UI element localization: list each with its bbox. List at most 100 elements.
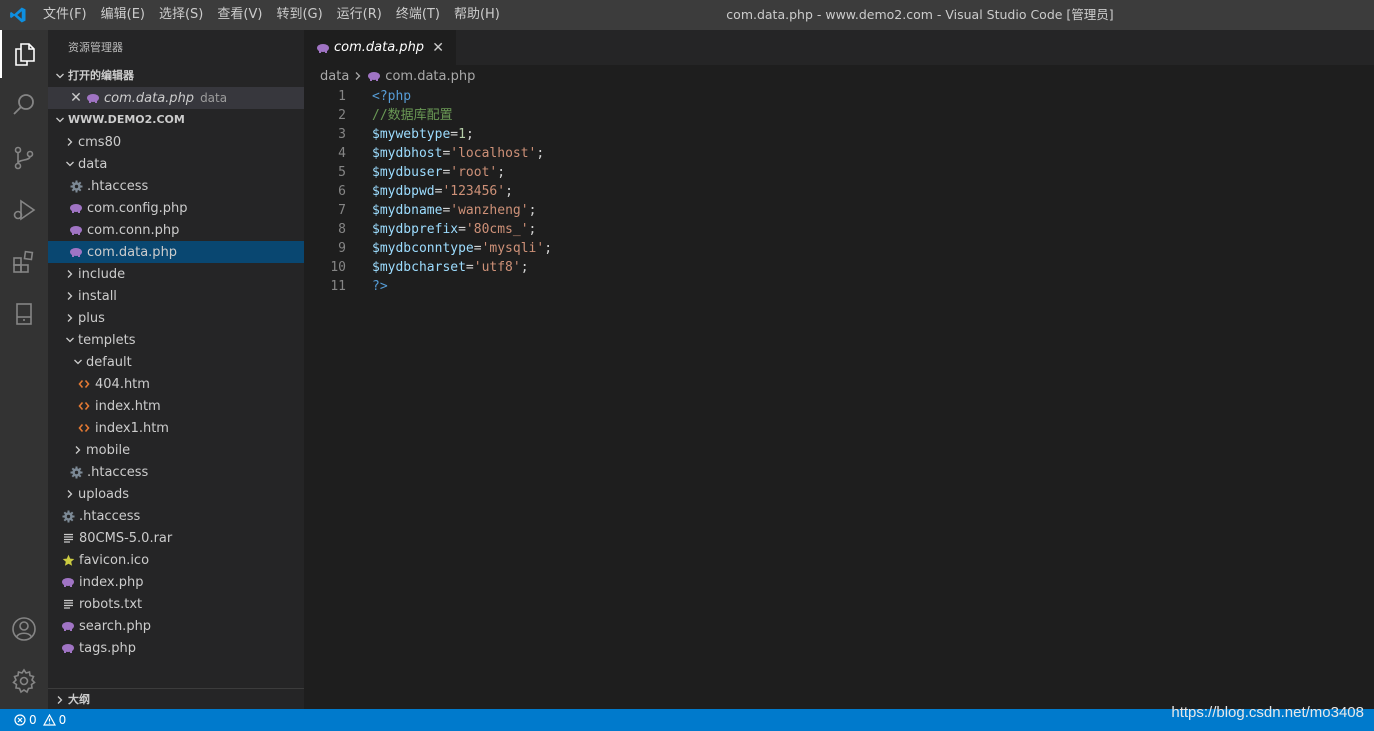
folder-item[interactable]: install — [48, 285, 304, 307]
code-token: 1 — [458, 127, 466, 142]
file-item[interactable]: com.conn.php — [48, 219, 304, 241]
text-file-icon — [60, 596, 76, 612]
line-number: 11 — [330, 279, 346, 294]
code-token: ; — [505, 184, 513, 199]
folder-item[interactable]: mobile — [48, 439, 304, 461]
breadcrumb-file[interactable]: com.data.php — [385, 69, 475, 84]
folder-item[interactable]: templets — [48, 329, 304, 351]
code-token: ; — [465, 127, 474, 142]
tree-item-label: 404.htm — [95, 376, 150, 392]
menu-item[interactable]: 帮助(H) — [447, 0, 507, 30]
menu-item[interactable]: 终端(T) — [389, 0, 447, 30]
chevron-right-icon — [62, 313, 78, 323]
menu-bar: 文件(F) 编辑(E) 选择(S) 查看(V) 转到(G) 运行(R) 终端(T) 帮助(H) — [36, 0, 507, 30]
close-icon[interactable]: ✕ — [68, 90, 84, 106]
breadcrumb-folder[interactable]: data — [320, 69, 349, 84]
folder-item[interactable]: include — [48, 263, 304, 285]
tree-item-label: templets — [78, 332, 136, 348]
file-item[interactable]: 404.htm — [48, 373, 304, 395]
line-number: 7 — [338, 203, 346, 218]
code-text: ?> — [372, 277, 388, 296]
open-editors-header[interactable]: 打开的编辑器 — [48, 65, 304, 87]
file-item[interactable]: index.htm — [48, 395, 304, 417]
tab-com-data-php[interactable]: com.data.php ✕ — [304, 30, 457, 65]
title-bar: 文件(F) 编辑(E) 选择(S) 查看(V) 转到(G) 运行(R) 终端(T) 帮助(H)… — [0, 0, 1374, 30]
code-text: $mydbprefix='80cms_'; — [372, 220, 536, 239]
code-text: $mydbcharset='utf8'; — [372, 258, 529, 277]
folder-item[interactable]: cms80 — [48, 131, 304, 153]
tree-item-label: .htaccess — [79, 508, 141, 524]
tree-item-label: default — [86, 354, 132, 370]
code-token: ; — [497, 165, 506, 180]
file-item[interactable]: search.php — [48, 615, 304, 637]
tree-item-label: favicon.ico — [79, 552, 150, 568]
breadcrumb: data com.data.php — [304, 65, 1374, 87]
menu-item[interactable]: 转到(G) — [269, 0, 329, 30]
file-item[interactable]: .htaccess — [48, 175, 304, 197]
chevron-down-icon — [62, 335, 78, 345]
tab-close-icon[interactable]: ✕ — [430, 40, 446, 56]
error-count: 0 — [29, 713, 37, 727]
source-control-icon[interactable] — [0, 134, 48, 182]
text-file-icon — [60, 530, 76, 546]
menu-item[interactable]: 编辑(E) — [94, 0, 152, 30]
code-text: $mydbname='wanzheng'; — [372, 201, 536, 220]
tree-item-label: search.php — [79, 618, 152, 634]
folder-item[interactable]: uploads — [48, 483, 304, 505]
status-bar: 0 0 — [0, 709, 1374, 731]
folder-item[interactable]: default — [48, 351, 304, 373]
file-item[interactable]: robots.txt — [48, 593, 304, 615]
menu-item[interactable]: 运行(R) — [330, 0, 389, 30]
remote-explorer-icon[interactable] — [0, 290, 48, 338]
file-item[interactable]: index1.htm — [48, 417, 304, 439]
warning-count: 0 — [58, 713, 67, 727]
html-file-icon — [76, 398, 92, 414]
file-item[interactable]: tags.php — [48, 637, 304, 659]
php-file-icon — [367, 71, 381, 81]
outline-header[interactable]: 大纲 — [48, 688, 304, 709]
open-editor-filename: com.data.php — [104, 90, 195, 106]
problems-indicator[interactable]: 0 0 — [14, 713, 72, 727]
file-item[interactable]: .htaccess — [48, 461, 304, 483]
accounts-icon[interactable] — [0, 605, 48, 653]
php-file-icon — [316, 43, 330, 53]
file-item[interactable]: 80CMS-5.0.rar — [48, 527, 304, 549]
settings-gear-icon[interactable] — [0, 657, 48, 705]
code-line: 10 $mydbcharset='utf8'; — [304, 258, 1374, 277]
menu-item[interactable]: 选择(S) — [152, 0, 210, 30]
open-editors-label: 打开的编辑器 — [68, 69, 134, 82]
code-token: 'root' — [450, 165, 498, 180]
workspace-header[interactable]: WWW.DEMO2.COM — [48, 109, 304, 131]
warning-icon — [42, 714, 56, 726]
sidebar-title: 资源管理器 — [68, 41, 123, 54]
code-line: 9 $mydbconntype='mysqli'; — [304, 239, 1374, 258]
code-line: 11 ?> — [304, 277, 1374, 296]
file-item[interactable]: favicon.ico — [48, 549, 304, 571]
file-item[interactable]: .htaccess — [48, 505, 304, 527]
open-editor-item[interactable]: ✕ com.data.php data — [48, 87, 304, 109]
menu-item[interactable]: 查看(V) — [210, 0, 269, 30]
activity-bar — [0, 30, 48, 709]
code-line: 3 $mywebtype=1; — [304, 125, 1374, 144]
menu-item[interactable]: 文件(F) — [36, 0, 94, 30]
code-token: '123456' — [442, 184, 506, 199]
folder-item[interactable]: data — [48, 153, 304, 175]
file-item[interactable]: com.data.php — [48, 241, 304, 263]
chevron-right-icon — [70, 445, 86, 455]
file-item[interactable]: com.config.php — [48, 197, 304, 219]
explorer-icon[interactable] — [0, 30, 48, 78]
line-number: 5 — [338, 165, 346, 180]
vscode-logo-icon — [0, 0, 36, 30]
code-editor[interactable]: 1 <?php 2//数据库配置 3 $mywebtype=1; 4 $mydbhost='… — [304, 87, 1374, 709]
file-item[interactable]: index.php — [48, 571, 304, 593]
run-debug-icon[interactable] — [0, 186, 48, 234]
chevron-down-icon — [70, 357, 86, 367]
folder-item[interactable]: plus — [48, 307, 304, 329]
code-text: $mydbuser='root'; — [372, 163, 505, 182]
code-token: '80cms_' — [465, 222, 529, 237]
tree-item-label: com.conn.php — [87, 222, 180, 238]
tree-item-label: mobile — [86, 442, 131, 458]
line-number: 8 — [338, 222, 346, 237]
search-icon[interactable] — [0, 81, 48, 129]
extensions-icon[interactable] — [0, 238, 48, 286]
